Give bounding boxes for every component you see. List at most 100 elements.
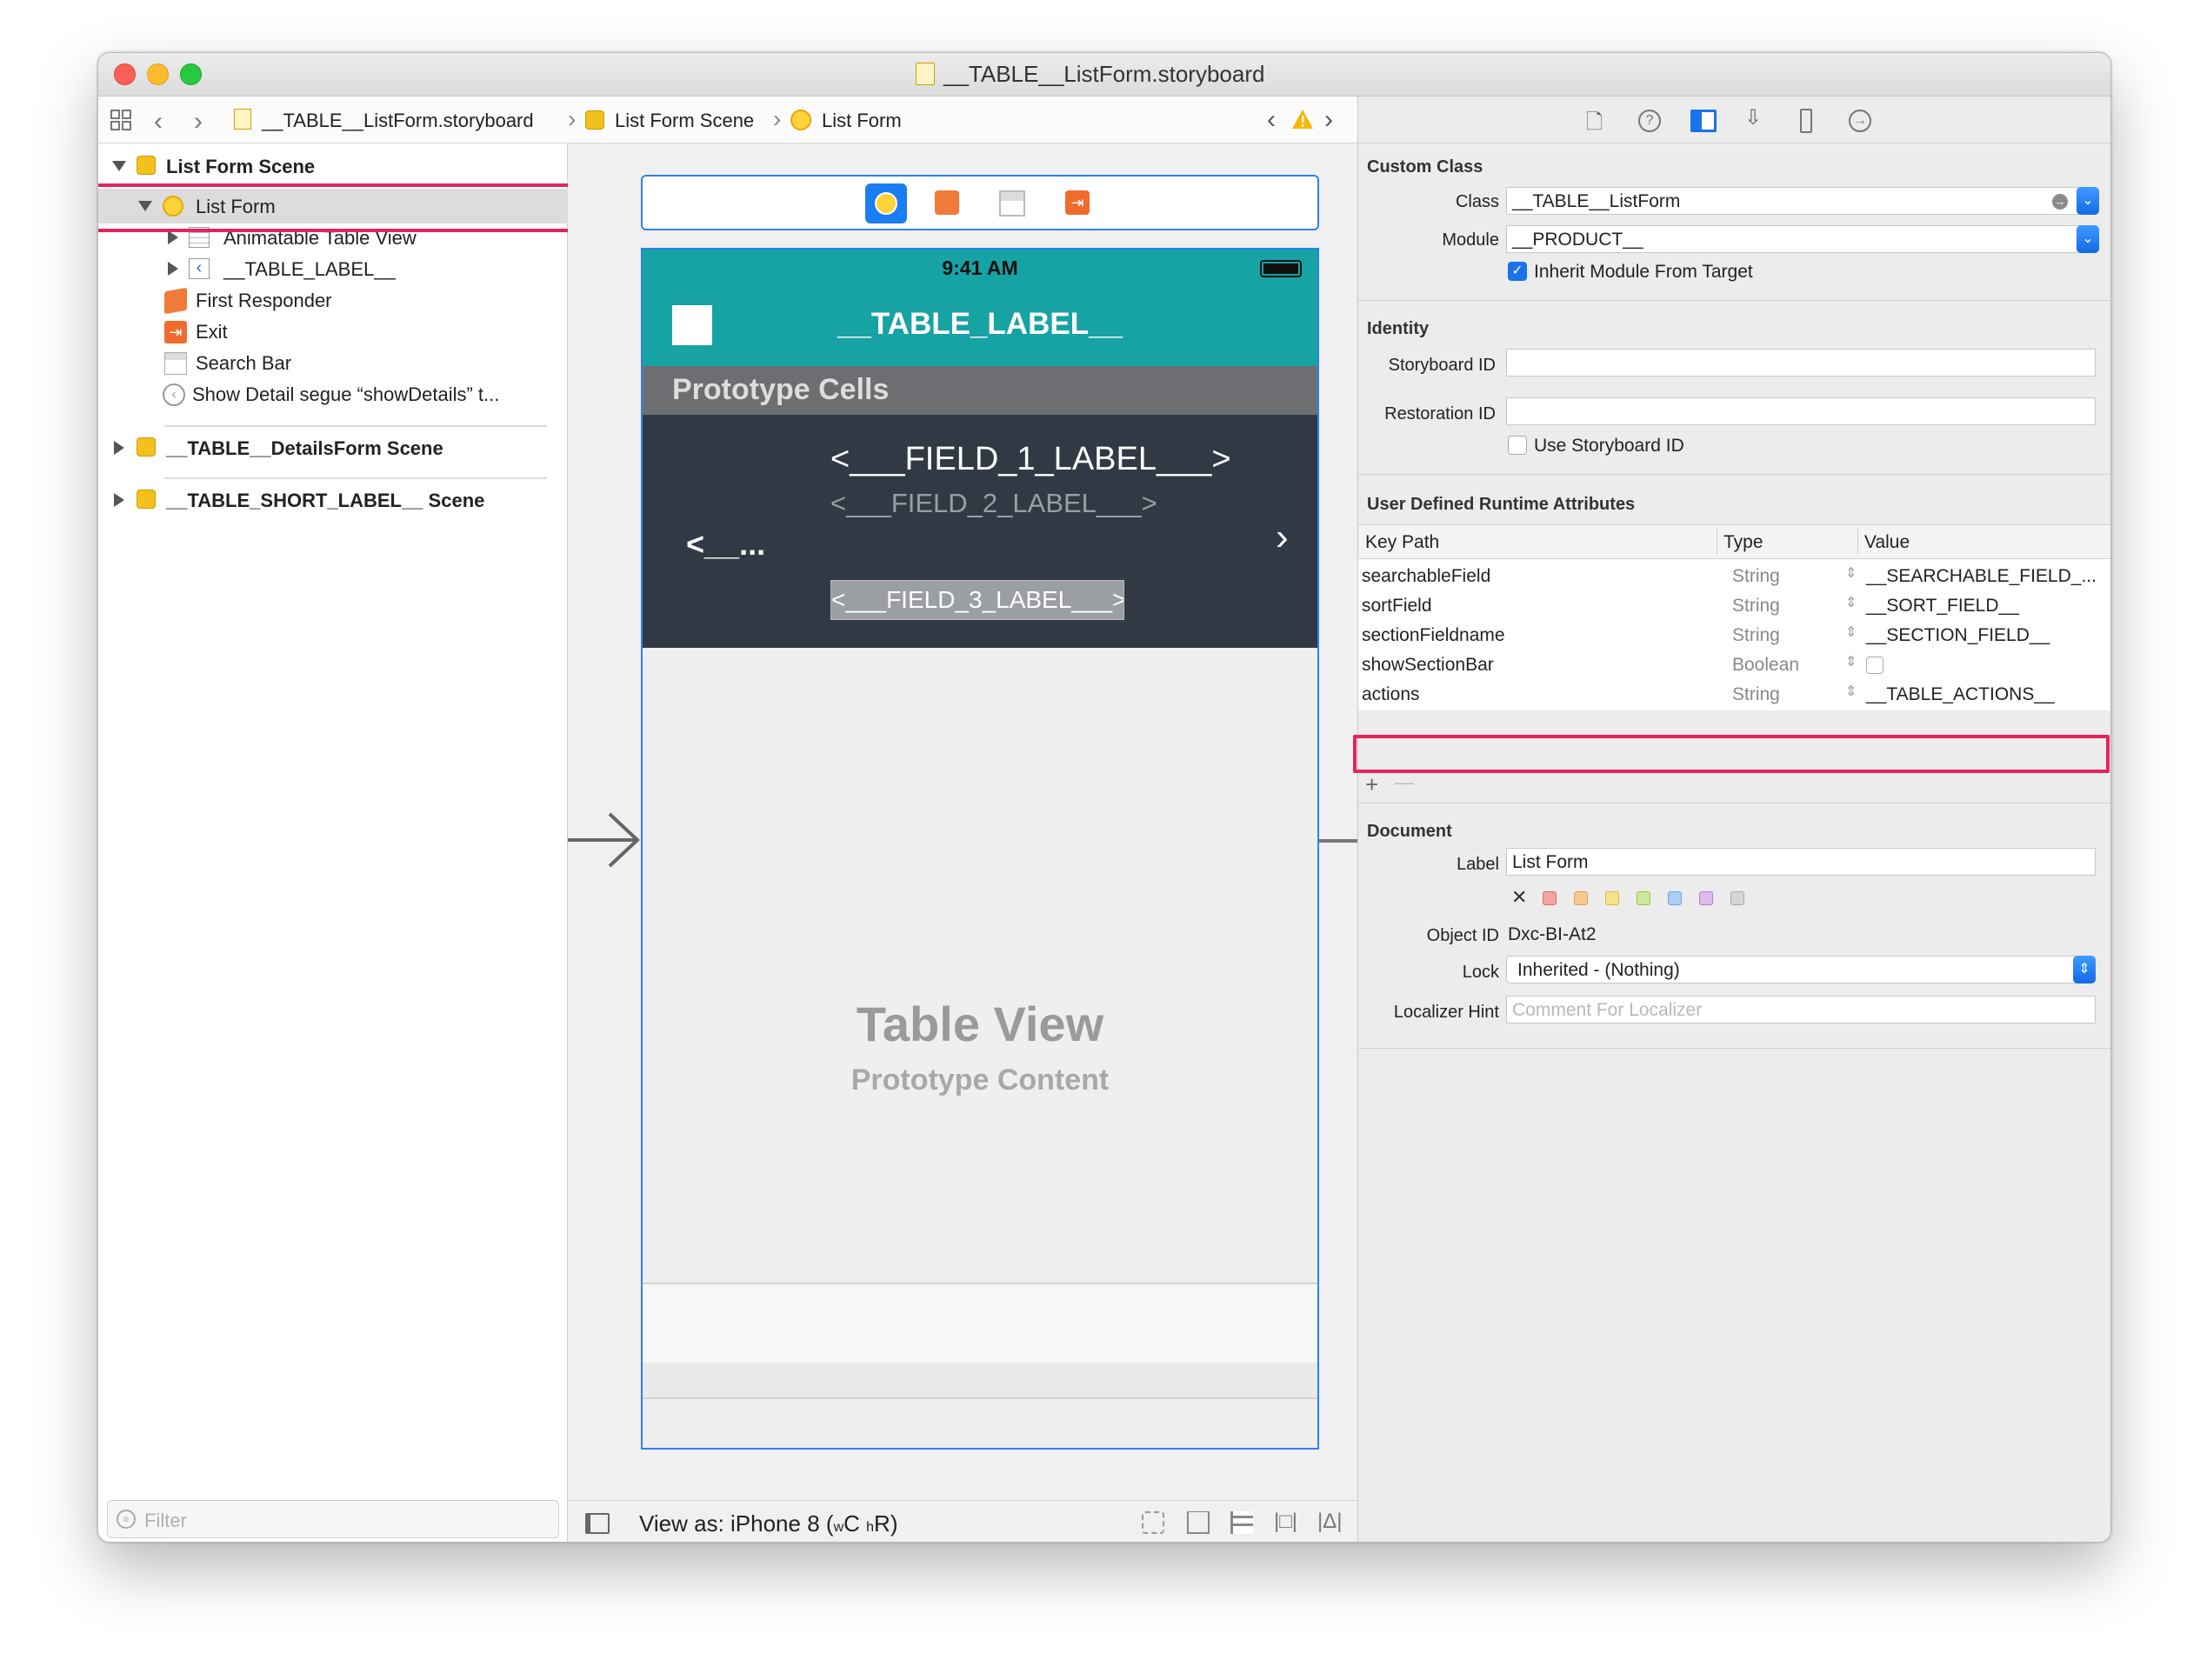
- outline-divider: [164, 425, 547, 427]
- swatch-blue[interactable]: [1668, 891, 1682, 905]
- disclosure-triangle-closed[interactable]: [168, 262, 178, 276]
- dock-search-bar-icon[interactable]: [999, 190, 1025, 217]
- filter-icon: ≡: [117, 1510, 136, 1529]
- inherit-module-checkbox[interactable]: ✓: [1508, 262, 1527, 281]
- outline-exit[interactable]: Exit: [196, 321, 228, 343]
- view-controller-icon: [790, 110, 811, 130]
- outline-scene-details-form[interactable]: __TABLE__DetailsForm Scene: [166, 437, 443, 460]
- table-row[interactable]: showSectionBar Boolean ⇕: [1358, 650, 2110, 679]
- stepper-icon[interactable]: ⇕: [1845, 623, 1857, 641]
- minimize-window-button[interactable]: [147, 63, 169, 85]
- zoom-window-button[interactable]: [180, 63, 202, 85]
- use-storyboard-id-label: Use Storyboard ID: [1534, 436, 1684, 456]
- swatch-gray[interactable]: [1730, 891, 1744, 905]
- device-frame[interactable]: 9:41 AM __TABLE_LABEL__ Prototype Cells …: [641, 248, 1319, 1450]
- table-row[interactable]: sortField String ⇕ __SORT_FIELD__: [1358, 590, 2110, 620]
- size-inspector-icon[interactable]: [1800, 109, 1812, 133]
- outline-segue[interactable]: Show Detail segue “showDetails” t...: [192, 383, 499, 406]
- outline-scene-short-label[interactable]: __TABLE_SHORT_LABEL__ Scene: [166, 490, 484, 512]
- module-dropdown-button[interactable]: ⌄: [2077, 225, 2099, 253]
- use-storyboard-id-checkbox[interactable]: [1508, 436, 1527, 455]
- disclosure-triangle-open[interactable]: [112, 161, 126, 171]
- connections-inspector-icon[interactable]: →: [1849, 110, 1871, 132]
- disclosure-chevron-icon: ›: [1276, 516, 1289, 558]
- exit-icon: ⇥: [164, 321, 187, 343]
- prototype-cell[interactable]: <___FIELD_1_LABEL___> <___FIELD_2_LABEL_…: [643, 415, 1317, 648]
- disclosure-triangle-closed[interactable]: [168, 230, 178, 244]
- swatch-orange[interactable]: [1574, 891, 1588, 905]
- boolean-checkbox[interactable]: [1866, 657, 1883, 674]
- embed-in-icon[interactable]: [1187, 1511, 1210, 1534]
- warning-icon[interactable]: [1291, 109, 1314, 135]
- localizer-hint-field[interactable]: Comment For Localizer: [1506, 996, 2096, 1023]
- col-type[interactable]: Type: [1723, 532, 1763, 553]
- close-window-button[interactable]: [114, 63, 136, 85]
- col-value[interactable]: Value: [1864, 532, 1910, 553]
- next-issue-icon[interactable]: ›: [1324, 105, 1333, 135]
- dock-first-responder-icon[interactable]: [935, 190, 959, 215]
- view-as-device[interactable]: View as: iPhone 8 (wC hR): [639, 1510, 898, 1537]
- swatch-red[interactable]: [1543, 891, 1557, 905]
- clear-color-icon[interactable]: ✕: [1511, 886, 1527, 909]
- col-key-path[interactable]: Key Path: [1365, 532, 1439, 553]
- breadcrumb-scene[interactable]: List Form Scene: [615, 110, 754, 132]
- go-to-class-icon[interactable]: →: [2052, 194, 2068, 210]
- stepper-icon[interactable]: ⇕: [1845, 653, 1857, 670]
- segue-line[interactable]: [1319, 839, 1357, 843]
- stepper-icon[interactable]: ⇕: [1845, 683, 1857, 700]
- prototype-cells-header: Prototype Cells: [643, 366, 1317, 415]
- inspector-tab-bar: 🗋 ? ⇩ →: [1358, 97, 2110, 143]
- disclosure-triangle-closed[interactable]: [114, 441, 124, 455]
- breadcrumb-controller[interactable]: List Form: [822, 110, 902, 132]
- update-frames-icon[interactable]: [1142, 1511, 1164, 1534]
- label-field[interactable]: List Form: [1506, 848, 2096, 876]
- dock-view-controller-button[interactable]: [865, 183, 907, 223]
- storyboard-canvas[interactable]: ⇥ 9:41 AM __TABLE_LABEL__ Prototype Cell…: [568, 143, 1357, 1542]
- attributes-inspector-icon[interactable]: ⇩: [1744, 105, 1762, 130]
- remove-attribute-button[interactable]: —: [1395, 771, 1414, 794]
- swatch-purple[interactable]: [1699, 891, 1713, 905]
- table-row[interactable]: sectionFieldname String ⇕ __SECTION_FIEL…: [1358, 620, 2110, 650]
- quick-help-icon[interactable]: ?: [1638, 110, 1661, 132]
- storyboard-id-label: Storyboard ID: [1388, 356, 1496, 375]
- class-dropdown-button[interactable]: ⌄: [2077, 187, 2099, 215]
- stepper-icon[interactable]: ⇕: [1845, 564, 1857, 582]
- object-id-label: Object ID: [1426, 926, 1499, 945]
- lock-popup[interactable]: Inherited - (Nothing): [1506, 956, 2096, 983]
- dock-exit-icon[interactable]: ⇥: [1065, 190, 1090, 215]
- add-constraints-icon[interactable]: |□|: [1274, 1510, 1297, 1534]
- swatch-yellow[interactable]: [1605, 891, 1619, 905]
- outline-first-responder[interactable]: First Responder: [196, 290, 332, 312]
- previous-issue-icon[interactable]: ‹: [1267, 105, 1276, 135]
- outline-scene-list-form[interactable]: List Form Scene: [166, 156, 315, 178]
- lock-dropdown-button[interactable]: ⇕: [2073, 956, 2096, 983]
- status-time: 9:41 AM: [942, 257, 1018, 279]
- storyboard-id-field[interactable]: [1506, 349, 2096, 377]
- related-items-icon[interactable]: [110, 110, 131, 130]
- row-key: actions: [1362, 684, 1420, 704]
- back-icon[interactable]: ‹: [154, 107, 163, 137]
- add-attribute-button[interactable]: +: [1365, 771, 1378, 798]
- breadcrumb-file[interactable]: __TABLE__ListForm.storyboard: [262, 110, 534, 132]
- table-row[interactable]: searchableField String ⇕ __SEARCHABLE_FI…: [1358, 561, 2110, 590]
- class-field[interactable]: __TABLE__ListForm: [1506, 187, 2082, 215]
- swatch-green[interactable]: [1637, 891, 1650, 905]
- stepper-icon[interactable]: ⇕: [1845, 594, 1857, 611]
- inherit-module-label: Inherit Module From Target: [1534, 262, 1753, 282]
- entry-point-arrow[interactable]: [568, 810, 641, 875]
- restoration-id-field[interactable]: [1506, 397, 2096, 425]
- filter-field[interactable]: ≡ Filter: [107, 1500, 559, 1538]
- table-row[interactable]: actions String ⇕ __TABLE_ACTIONS__: [1358, 679, 2110, 709]
- forward-icon[interactable]: ›: [194, 107, 203, 137]
- toolbar-shadow: [643, 1363, 1317, 1397]
- outline-search-bar[interactable]: Search Bar: [196, 352, 291, 375]
- module-field[interactable]: __PRODUCT__: [1506, 225, 2082, 253]
- toggle-outline-icon[interactable]: [585, 1513, 610, 1534]
- align-icon[interactable]: [1230, 1511, 1253, 1534]
- outline-table-label[interactable]: __TABLE_LABEL__: [223, 258, 396, 281]
- resolve-layout-icon[interactable]: |Δ|: [1317, 1510, 1343, 1534]
- size-class-w: w: [833, 1520, 844, 1535]
- disclosure-triangle-closed[interactable]: [114, 493, 124, 507]
- identity-inspector-icon[interactable]: [1690, 110, 1717, 132]
- file-inspector-icon[interactable]: 🗋: [1586, 107, 1603, 143]
